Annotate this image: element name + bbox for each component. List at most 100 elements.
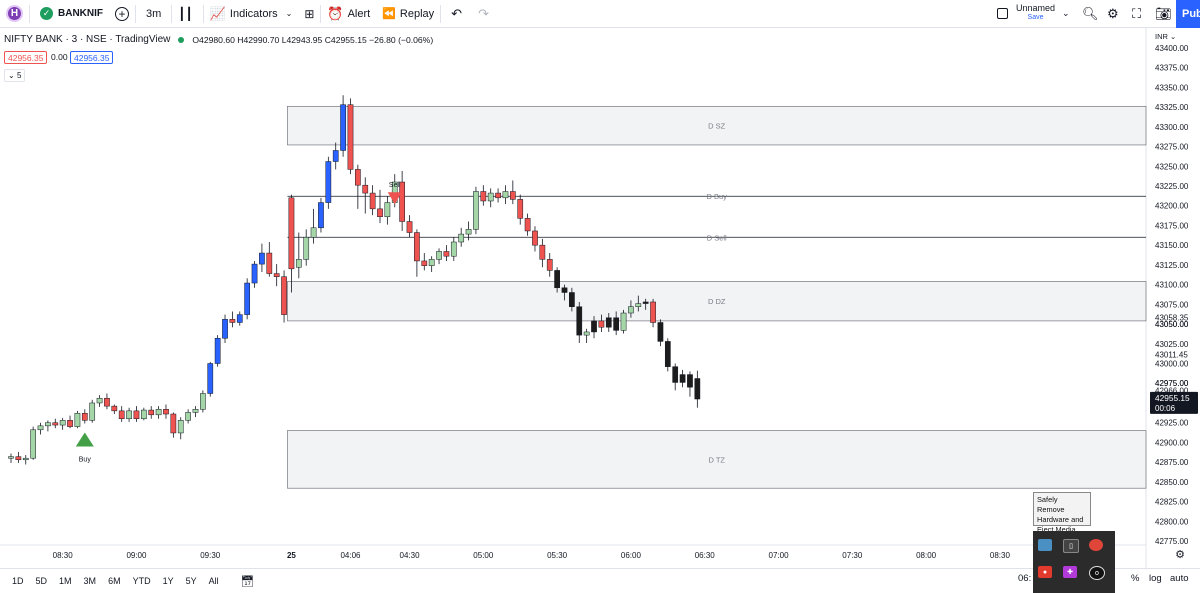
candle-body xyxy=(591,320,597,333)
buy-signal-label: Buy xyxy=(79,456,92,463)
range-button[interactable]: All xyxy=(209,576,219,586)
price-tick-label: 43100.00 xyxy=(1155,281,1189,290)
range-button[interactable]: 6M xyxy=(108,576,121,586)
log-toggle[interactable]: log xyxy=(1149,573,1162,584)
gear-icon[interactable]: ⚙ xyxy=(1107,6,1119,22)
browser-app-icon[interactable] xyxy=(1089,539,1103,551)
clock-label: 06: xyxy=(1018,573,1032,584)
range-button[interactable]: YTD xyxy=(133,576,151,586)
replay-button[interactable]: ⏪ Replay xyxy=(376,0,440,28)
candle-body xyxy=(155,409,162,416)
alarm-clock-icon: ⏰ xyxy=(327,5,344,21)
range-button[interactable]: 1M xyxy=(59,576,72,586)
time-tick-label: 08:30 xyxy=(990,551,1011,560)
chevron-down-icon[interactable]: ⌄ xyxy=(1062,8,1070,19)
candle-body xyxy=(295,259,302,268)
legend-ohlc: O42980.60 H42990.70 L42943.95 C42955.15 … xyxy=(192,34,434,45)
candle-body xyxy=(185,412,191,421)
chart-type-button[interactable]: ┃┃ xyxy=(172,0,202,28)
spread-label: 0.00 xyxy=(51,52,68,62)
indicators-collapse-toggle[interactable]: ⌄ 5 xyxy=(4,69,26,82)
candle-body xyxy=(642,301,649,304)
auto-toggle[interactable]: auto xyxy=(1170,573,1189,584)
layout-checkbox[interactable] xyxy=(997,8,1008,19)
candle-body xyxy=(104,397,110,407)
replay-label: Replay xyxy=(399,7,435,20)
indicators-button[interactable]: 📈 Indicators ⌄ xyxy=(204,0,299,28)
candle-body xyxy=(620,312,627,331)
candle-body xyxy=(133,410,140,419)
interval-button[interactable]: 3m xyxy=(136,0,171,28)
candle-body xyxy=(450,241,457,257)
range-button[interactable]: 3M xyxy=(84,576,97,586)
candle-body xyxy=(140,409,147,419)
candle-body xyxy=(369,192,376,210)
alert-button[interactable]: ⏰ Alert xyxy=(321,0,376,28)
search-icon[interactable]: 🔍︎ xyxy=(1082,6,1099,22)
usb-eject-icon[interactable]: ▯ xyxy=(1063,539,1079,553)
camera-icon[interactable]: 📷︎ xyxy=(1155,6,1172,22)
price-marker-label: 43011.45 xyxy=(1155,350,1188,359)
candle-body xyxy=(569,292,575,307)
candle-body xyxy=(22,457,29,461)
layouts-button[interactable]: ⊞ xyxy=(298,0,320,28)
range-button[interactable]: 1Y xyxy=(163,576,174,586)
time-tick-label: 25 xyxy=(287,551,296,560)
range-button[interactable]: 5D xyxy=(36,576,48,586)
price-tick-label: 43150.00 xyxy=(1155,241,1189,250)
axis-settings-icon: ⚙ xyxy=(1175,548,1185,561)
redo-button: ↷ xyxy=(472,0,495,28)
tray-tooltip: Safely Remove Hardware and Eject Media xyxy=(1033,492,1091,534)
percent-toggle[interactable]: % xyxy=(1131,573,1139,584)
undo-button[interactable]: ↶ xyxy=(441,0,472,28)
candle-body xyxy=(347,104,354,170)
candle-body xyxy=(546,259,553,271)
candle-body xyxy=(436,251,442,260)
candle-body xyxy=(664,341,671,367)
zone-label: D SZ xyxy=(708,122,726,131)
record-app-icon[interactable]: ● xyxy=(1038,566,1052,578)
price-tick-label: 43125.00 xyxy=(1155,261,1189,270)
candle-body xyxy=(502,191,509,199)
price-tick-label: 43225.00 xyxy=(1155,182,1189,191)
candle-body xyxy=(613,317,620,331)
candle-body xyxy=(414,232,420,262)
calendar-range-icon[interactable]: 📅︎ xyxy=(241,575,255,588)
countdown-label: 00:06 xyxy=(1155,404,1176,413)
candle-body xyxy=(384,202,391,217)
candle-body xyxy=(377,208,383,217)
price-chart[interactable]: D SZ D DZ D TZ D Buy D Sell Buy Sell 43400.00 43… xyxy=(0,0,1200,593)
range-button[interactable]: 1D xyxy=(12,576,24,586)
profile-logo-icon[interactable]: H xyxy=(6,5,23,22)
candle-body xyxy=(362,184,369,194)
candle-body xyxy=(650,301,656,323)
grid-app-icon[interactable]: ✚ xyxy=(1063,566,1077,578)
level-label: D Buy xyxy=(707,192,728,201)
range-button[interactable]: 5Y xyxy=(186,576,197,586)
publish-button[interactable]: Pub xyxy=(1176,0,1200,28)
candle-body xyxy=(67,420,73,427)
price-tick-label: 42900.00 xyxy=(1155,438,1189,447)
candle-body xyxy=(214,338,221,364)
tooltip-line: Safely Remove xyxy=(1037,495,1065,514)
price-tick-label: 42875.00 xyxy=(1155,458,1189,467)
sell-price-button[interactable]: 42956.35 xyxy=(4,51,48,64)
symbol-search-button[interactable]: ✓ BANKNIF xyxy=(30,0,109,28)
network-app-icon[interactable] xyxy=(1038,539,1052,551)
tooltip-line: Hardware and xyxy=(1037,515,1084,524)
fullscreen-icon[interactable]: ⛶ xyxy=(1132,6,1141,22)
candle-body xyxy=(266,252,273,274)
layout-name-button[interactable]: Unnamed Save xyxy=(1016,3,1055,23)
legend-title[interactable]: NIFTY BANK · 3 · NSE · TradingView xyxy=(4,34,170,45)
publish-label: Pub xyxy=(1182,8,1200,20)
market-status-icon xyxy=(178,36,185,43)
settings-app-icon[interactable]: o xyxy=(1089,566,1105,580)
buy-price-button[interactable]: 42956.35 xyxy=(70,51,114,64)
candle-body xyxy=(207,363,214,394)
candle-body xyxy=(509,191,516,200)
candle-body xyxy=(694,378,701,400)
compare-symbol-button[interactable]: + xyxy=(109,0,135,28)
candle-body xyxy=(74,412,81,427)
candle-body xyxy=(111,405,118,412)
time-tick-label: 07:00 xyxy=(769,551,790,560)
